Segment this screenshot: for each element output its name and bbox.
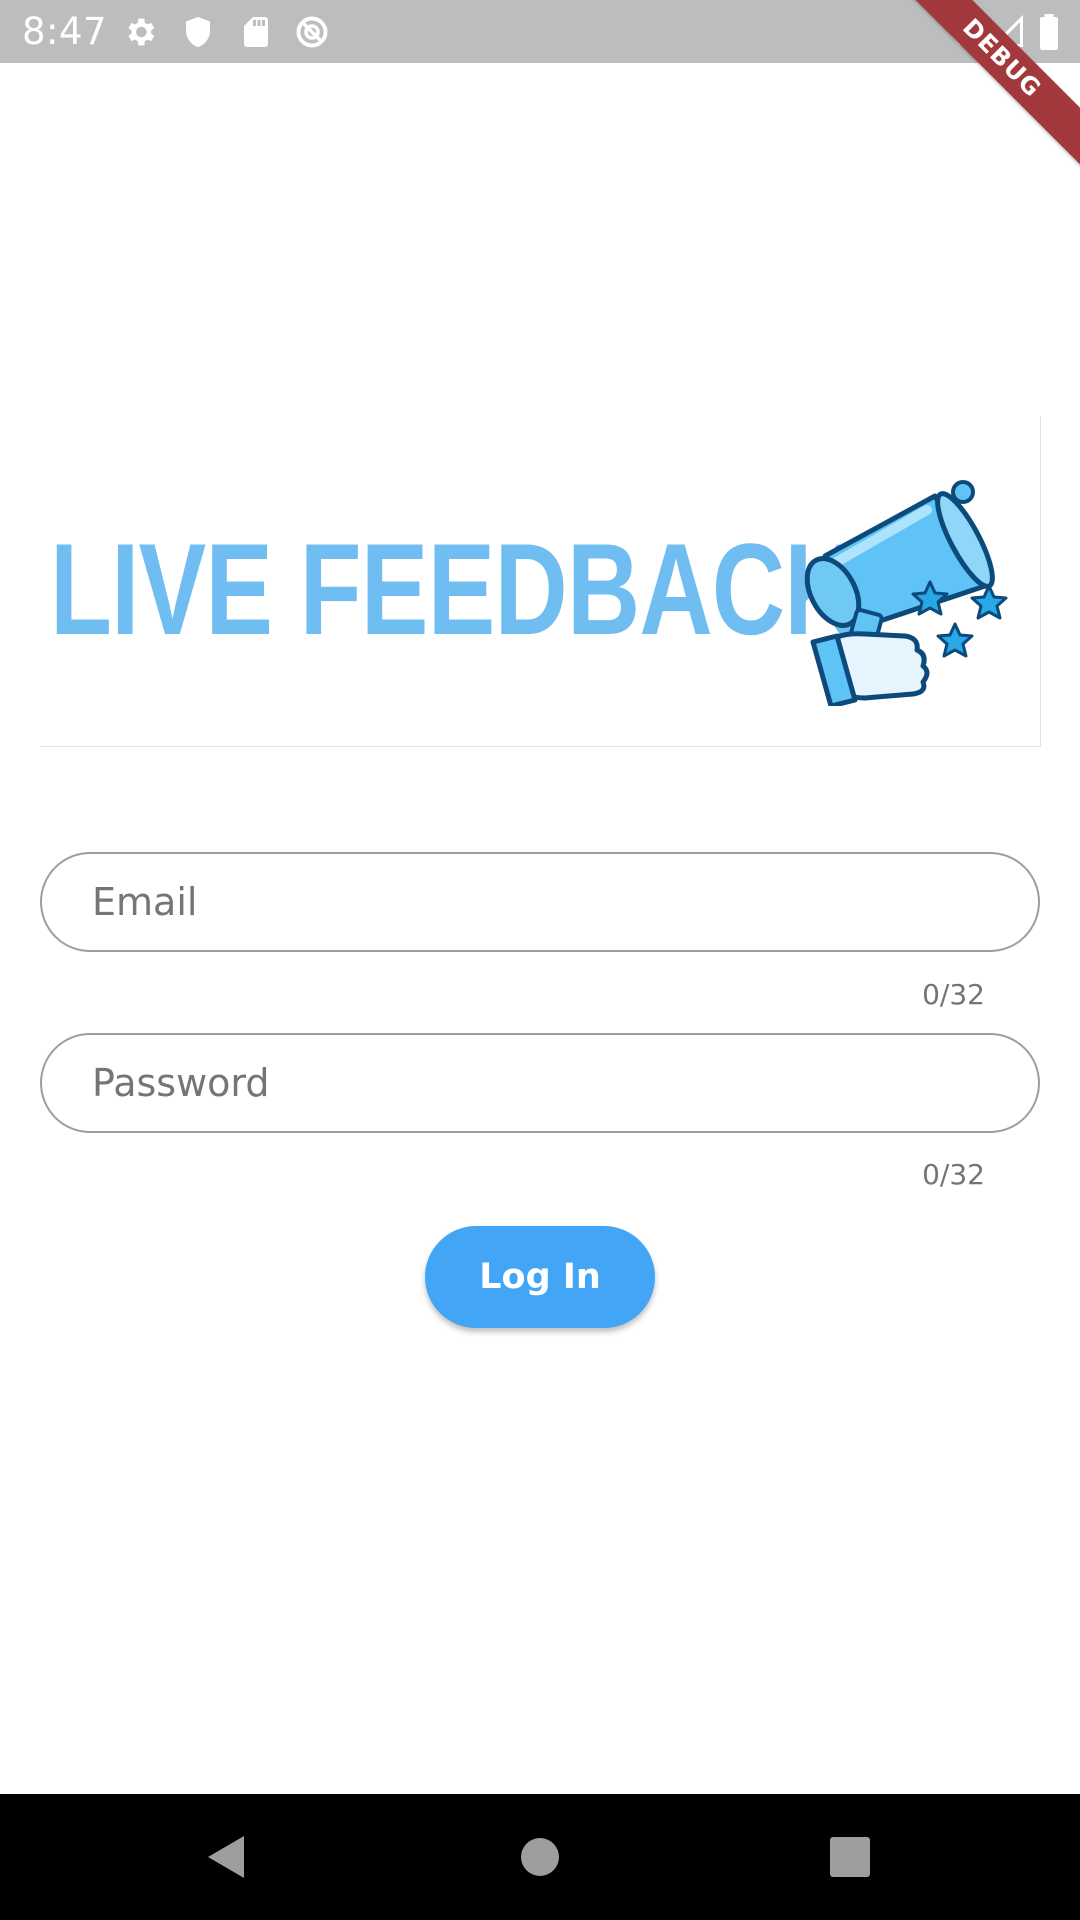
password-counter: 0/32	[922, 1158, 985, 1191]
shield-icon	[180, 14, 216, 50]
do-not-disturb-icon	[294, 14, 330, 50]
login-screen: 8:47 DEBUG LIVE FEEDBACK Email 0/32 0/32…	[0, 0, 1080, 1920]
status-time: 8:47	[22, 10, 108, 53]
home-icon[interactable]	[505, 1822, 575, 1892]
sd-card-icon	[238, 14, 274, 50]
email-field[interactable]	[40, 852, 1040, 952]
status-bar: 8:47	[0, 0, 1080, 63]
login-button[interactable]: Log In	[425, 1226, 655, 1328]
back-icon[interactable]	[190, 1822, 260, 1892]
password-field[interactable]	[40, 1033, 1040, 1133]
megaphone-icon	[795, 436, 1025, 709]
recents-icon[interactable]	[815, 1822, 885, 1892]
navigation-bar	[0, 1794, 1080, 1920]
password-input[interactable]	[92, 1035, 992, 1131]
settings-icon	[122, 14, 158, 50]
logo-card: LIVE FEEDBACK	[40, 416, 1041, 747]
email-counter: 0/32	[922, 978, 985, 1011]
battery-icon	[1036, 14, 1072, 50]
email-input[interactable]	[92, 854, 992, 950]
logo-text: LIVE FEEDBACK	[50, 516, 858, 662]
